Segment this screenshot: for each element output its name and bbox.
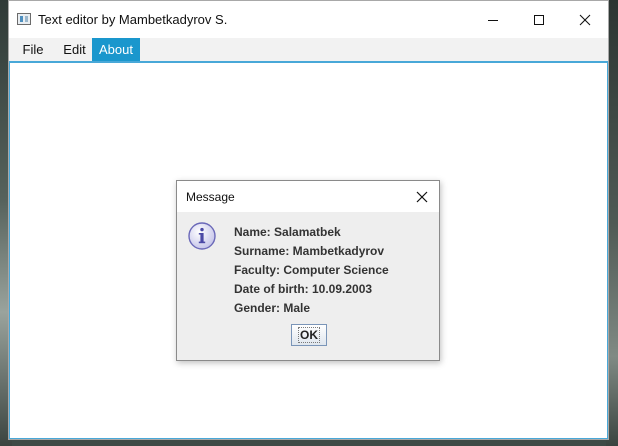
ok-button-label: OK [298, 327, 320, 343]
menu-about[interactable]: About [92, 38, 140, 61]
close-icon [579, 14, 591, 25]
dialog-message: Name: Salamatbek Surname: Mambetkadyrov … [234, 223, 389, 318]
dialog-title-bar[interactable]: Message [177, 181, 439, 212]
dialog-title: Message [186, 190, 235, 204]
minimize-button[interactable] [470, 1, 516, 38]
title-bar[interactable]: Text editor by Mambetkadyrov S. [9, 1, 608, 38]
close-icon [416, 191, 428, 203]
app-window-icon [17, 13, 31, 25]
info-icon [188, 222, 216, 250]
menu-edit[interactable]: Edit [56, 38, 93, 61]
message-line-date-of-birth: Date of birth: 10.09.2003 [234, 282, 373, 296]
menu-bar: File Edit About [9, 38, 608, 63]
minimize-icon [488, 19, 498, 21]
menu-file[interactable]: File [12, 38, 54, 61]
close-window-button[interactable] [562, 1, 608, 38]
ok-button[interactable]: OK [291, 324, 327, 346]
dialog-close-button[interactable] [411, 186, 433, 208]
message-line-surname: Surname: Mambetkadyrov [234, 244, 385, 258]
maximize-button[interactable] [516, 1, 562, 38]
window-title: Text editor by Mambetkadyrov S. [38, 12, 228, 27]
message-line-faculty: Faculty: Computer Science [234, 263, 389, 277]
maximize-icon [534, 14, 544, 25]
message-dialog: Message Name: Salamatbek Surname: Mambet… [176, 180, 440, 361]
message-line-gender: Gender: Male [234, 301, 311, 315]
message-line-name: Name: Salamatbek [234, 225, 341, 239]
